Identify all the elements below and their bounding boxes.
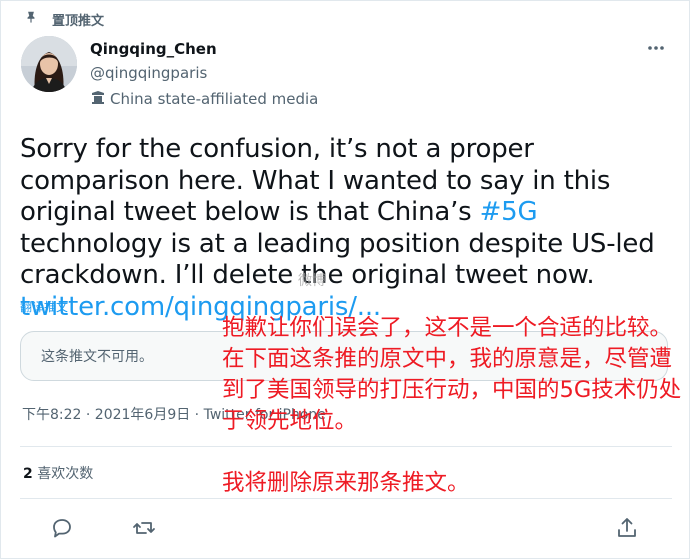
display-name[interactable]: Qingqing_Chen [90, 40, 217, 58]
like-count-stat[interactable]: 2 喜欢次数 [23, 463, 93, 483]
action-bar [0, 516, 690, 542]
retweet-icon[interactable] [132, 516, 156, 540]
state-affiliated-label[interactable]: China state-affiliated media [90, 89, 318, 109]
pin-icon [24, 10, 38, 28]
reply-icon[interactable] [50, 516, 74, 540]
watermark: 微博 [298, 273, 326, 289]
overlay-translation-text: 抱歉让你们误会了，这不是一个合适的比较。在下面这条推的原文中，我的原意是，尽管遭… [222, 315, 682, 434]
affiliation-text: China state-affiliated media [110, 90, 319, 108]
avatar[interactable] [21, 36, 77, 92]
pinned-indicator: 置顶推文 [24, 9, 104, 29]
handle[interactable]: @qingqingparis [90, 64, 207, 82]
overlay-delete-text: 我将删除原来那条推文。 [222, 470, 470, 496]
unavailable-text: 这条推文不可用。 [41, 349, 153, 365]
lectern-icon [90, 89, 106, 109]
tweet-text: Sorry for the confusion, it’s not a prop… [20, 134, 660, 323]
share-icon[interactable] [615, 516, 639, 540]
like-count: 2 [23, 466, 33, 482]
pinned-label: 置顶推文 [52, 13, 105, 29]
hashtag-link[interactable]: #5G [480, 197, 538, 227]
translate-tweet-link[interactable]: 翻译推文 [20, 298, 68, 315]
more-options-icon[interactable] [646, 38, 666, 58]
translation-overlay: 抱歉让你们误会了，这不是一个合适的比较。在下面这条推的原文中，我的原意是，尽管遭… [222, 313, 682, 499]
like-count-label: 喜欢次数 [37, 466, 94, 482]
tweet-text-part: technology is at a leading position desp… [20, 228, 655, 291]
